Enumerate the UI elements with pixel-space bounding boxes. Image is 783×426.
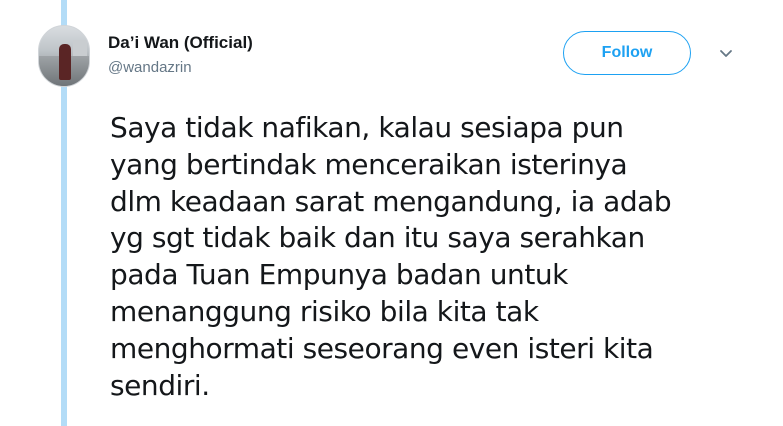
tweet-text-line: menanggung risiko bila kita tak bbox=[110, 294, 539, 328]
tweet-text-line: yang bertindak menceraikan isterinya bbox=[110, 147, 628, 181]
avatar-person-figure bbox=[59, 44, 71, 80]
user-handle[interactable]: @wandazrin bbox=[108, 59, 192, 76]
chevron-down-icon[interactable] bbox=[716, 46, 736, 62]
tweet-text-line: sendiri. bbox=[110, 368, 210, 402]
tweet-text-line: menghormati seseorang even isteri kita bbox=[110, 331, 654, 365]
avatar[interactable] bbox=[38, 25, 90, 87]
tweet-text-line: dlm keadaan sarat mengandung, ia adab bbox=[110, 184, 672, 218]
display-name[interactable]: Da’i Wan (Official) bbox=[108, 33, 253, 53]
tweet-text-line: pada Tuan Empunya badan untuk bbox=[110, 258, 568, 292]
tweet-text-line: yg sgt tidak baik dan itu saya serahkan bbox=[110, 221, 645, 255]
tweet-text-line: Saya tidak nafikan, kalau sesiapa pun bbox=[110, 111, 624, 144]
tweet-text: Saya tidak nafikan, kalau sesiapa pun ya… bbox=[110, 110, 750, 404]
follow-button[interactable]: Follow bbox=[563, 31, 691, 75]
